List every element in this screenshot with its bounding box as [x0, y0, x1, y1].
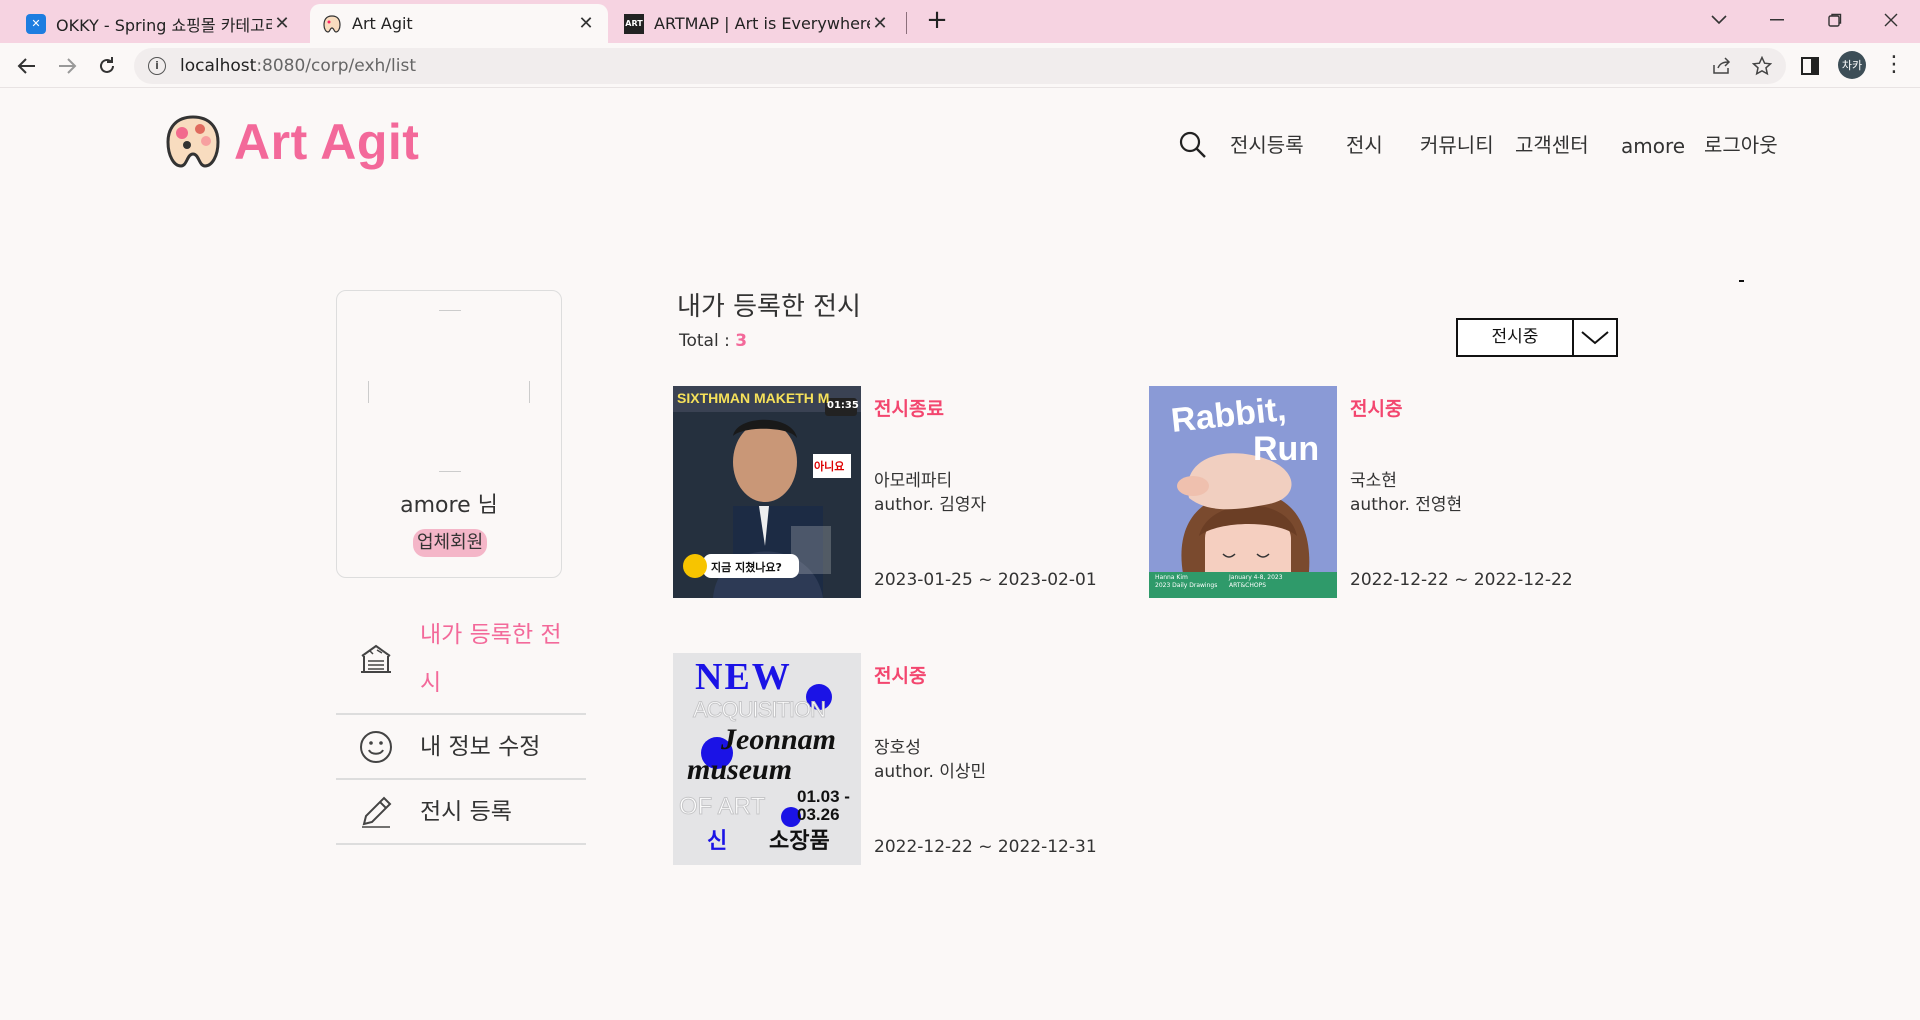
- nav-register-exhibition[interactable]: 전시등록: [1230, 130, 1304, 160]
- status-filter-select[interactable]: 전시중: [1456, 318, 1618, 357]
- nav-customer-center[interactable]: 고객센터: [1515, 130, 1589, 160]
- total-count: Total : 3: [679, 331, 747, 351]
- site-logo[interactable]: Art Agit: [164, 113, 419, 171]
- exhibition-artist: 장호성: [874, 738, 921, 758]
- building-icon: [361, 644, 391, 673]
- profile-card: amore 님 업체회원: [336, 290, 562, 578]
- poster-line1: Jeonnam: [721, 723, 837, 756]
- brand-name: Art Agit: [234, 114, 420, 170]
- close-tab-icon[interactable]: ✕: [576, 13, 596, 34]
- back-icon[interactable]: [12, 51, 42, 81]
- sidebar-item-my-exhibitions[interactable]: 내가 등록한 전시: [336, 605, 586, 715]
- minimize-icon[interactable]: [1748, 0, 1806, 40]
- exhibition-artist: 아모레파티: [874, 471, 953, 491]
- url-field[interactable]: i localhost:8080/corp/exh/list: [134, 48, 1786, 84]
- close-tab-icon[interactable]: ✕: [870, 13, 890, 34]
- side-panel-icon[interactable]: [1796, 52, 1824, 80]
- exhibition-dates: 2022-12-22 ~ 2022-12-31: [874, 837, 1097, 857]
- palette-favicon-icon: [322, 14, 342, 34]
- nav-username[interactable]: amore: [1621, 131, 1685, 161]
- nav-exhibition[interactable]: 전시: [1346, 130, 1383, 160]
- profile-username: amore 님: [400, 493, 498, 518]
- exhibition-dates: 2022-12-22 ~ 2022-12-22: [1350, 570, 1573, 590]
- smiley-icon: [360, 730, 392, 763]
- exhibition-card[interactable]: Rabbit, Run Hanna Kim 2023 Daily Drawing…: [1149, 386, 1599, 598]
- exhibition-poster[interactable]: Rabbit, Run Hanna Kim 2023 Daily Drawing…: [1149, 386, 1337, 598]
- exhibition-author: author. 전영현: [1350, 495, 1463, 515]
- exhibition-poster[interactable]: SIXTHMAN MAKETH M 01:35 아니요 지금 지쳤나요?: [673, 386, 861, 598]
- pencil-icon: [362, 796, 392, 828]
- tab-artmap[interactable]: ART ARTMAP | Art is Everywhere ✕: [612, 4, 902, 43]
- filter-selected-value: 전시중: [1458, 320, 1574, 355]
- close-tab-icon[interactable]: ✕: [272, 13, 292, 34]
- poster-line3: OF ART: [678, 793, 766, 821]
- exhibition-author: author. 이상민: [874, 762, 987, 782]
- poster-sin: 신: [707, 829, 728, 854]
- tab-okky[interactable]: ✕ OKKY - Spring 쇼핑몰 카테고리 ✕: [14, 4, 304, 43]
- exhibition-dates: 2023-01-25 ~ 2023-02-01: [874, 570, 1097, 590]
- poster-sticker: 아니요: [814, 460, 845, 473]
- profile-avatar[interactable]: 차카: [1838, 51, 1866, 79]
- new-tab-button[interactable]: +: [922, 6, 952, 36]
- exhibition-card[interactable]: SIXTHMAN MAKETH M 01:35 아니요 지금 지쳤나요? 전시종…: [673, 386, 1123, 598]
- tab-title: Art Agit: [352, 14, 413, 33]
- nav-logout[interactable]: 로그아웃: [1704, 130, 1778, 160]
- poster-footer-right: January 4-8, 2023 ART&CHOPS: [1229, 574, 1283, 589]
- restore-icon[interactable]: [1806, 0, 1864, 40]
- tab-title: ARTMAP | Art is Everywhere: [654, 14, 870, 33]
- site-info-icon[interactable]: i: [148, 57, 166, 75]
- exhibition-card[interactable]: NEW ACQUISITION Jeonnam museum OF ART 01…: [673, 653, 1123, 865]
- bookmark-star-icon[interactable]: [1748, 52, 1776, 80]
- sidebar-item-label: 전시 등록: [420, 798, 512, 825]
- poster-title: SIXTHMAN MAKETH M: [677, 390, 830, 406]
- url-path: :8080/corp/exh/list: [256, 56, 416, 76]
- exhibition-status: 전시중: [874, 665, 927, 687]
- share-icon[interactable]: [1708, 52, 1736, 80]
- close-window-icon[interactable]: [1862, 0, 1920, 40]
- url-host: localhost: [180, 56, 257, 76]
- palette-logo-icon: [166, 115, 220, 168]
- sidebar-item-edit-profile[interactable]: 내 정보 수정: [336, 715, 586, 780]
- total-number: 3: [735, 331, 748, 351]
- poster-subtitle: ACQUISITION: [692, 697, 826, 723]
- exhibition-author: author. 김영자: [874, 495, 987, 515]
- tab-search-icon[interactable]: [1690, 0, 1748, 40]
- tab-art-agit[interactable]: Art Agit ✕: [310, 4, 608, 43]
- poster-subtitle: Run: [1253, 430, 1320, 468]
- stray-mark: [1739, 280, 1744, 282]
- poster-caption: 지금 지쳤나요?: [711, 561, 782, 574]
- tab-title: OKKY - Spring 쇼핑몰 카테고리: [56, 15, 272, 35]
- sidebar-menu: 내가 등록한 전시 내 정보 수정 전시 등록: [336, 605, 586, 845]
- poster-title: NEW: [695, 656, 792, 698]
- total-label: Total :: [679, 331, 736, 351]
- search-icon[interactable]: [1178, 130, 1208, 160]
- poster-footer-left: Hanna Kim 2023 Daily Drawings: [1155, 574, 1218, 589]
- browser-menu-icon[interactable]: ⋮: [1880, 51, 1908, 81]
- exhibition-artist: 국소현: [1350, 471, 1397, 491]
- avatar: [368, 310, 530, 472]
- poster-tag: 소장품: [769, 829, 830, 854]
- role-badge: 업체회원: [413, 529, 488, 557]
- reload-icon[interactable]: [92, 51, 122, 81]
- sidebar-item-label: 내 정보 수정: [420, 733, 541, 760]
- poster-line2: museum: [687, 753, 793, 786]
- exhibition-status: 전시중: [1350, 398, 1403, 420]
- forward-icon[interactable]: [52, 51, 82, 81]
- chevron-down-icon[interactable]: [1574, 320, 1616, 355]
- exhibition-status: 전시종료: [874, 398, 944, 420]
- page-title: 내가 등록한 전시: [677, 292, 861, 322]
- address-bar: i localhost:8080/corp/exh/list 차카 ⋮: [0, 43, 1920, 88]
- browser-tab-strip: ✕ OKKY - Spring 쇼핑몰 카테고리 ✕ Art Agit ✕ AR…: [0, 0, 1920, 43]
- poster-badge: 01:35: [827, 400, 859, 411]
- tab-separator: [906, 12, 907, 34]
- nav-community[interactable]: 커뮤니티: [1420, 130, 1494, 160]
- exhibition-poster[interactable]: NEW ACQUISITION Jeonnam museum OF ART 01…: [673, 653, 861, 865]
- sidebar-item-label: 내가 등록한 전시: [420, 622, 562, 696]
- poster-date-end: 03.26: [797, 805, 840, 824]
- okky-favicon-icon: ✕: [26, 13, 46, 34]
- artmap-favicon-icon: ART: [624, 13, 644, 34]
- sidebar-item-register[interactable]: 전시 등록: [336, 780, 586, 845]
- poster-date: 01.03 -: [797, 787, 850, 806]
